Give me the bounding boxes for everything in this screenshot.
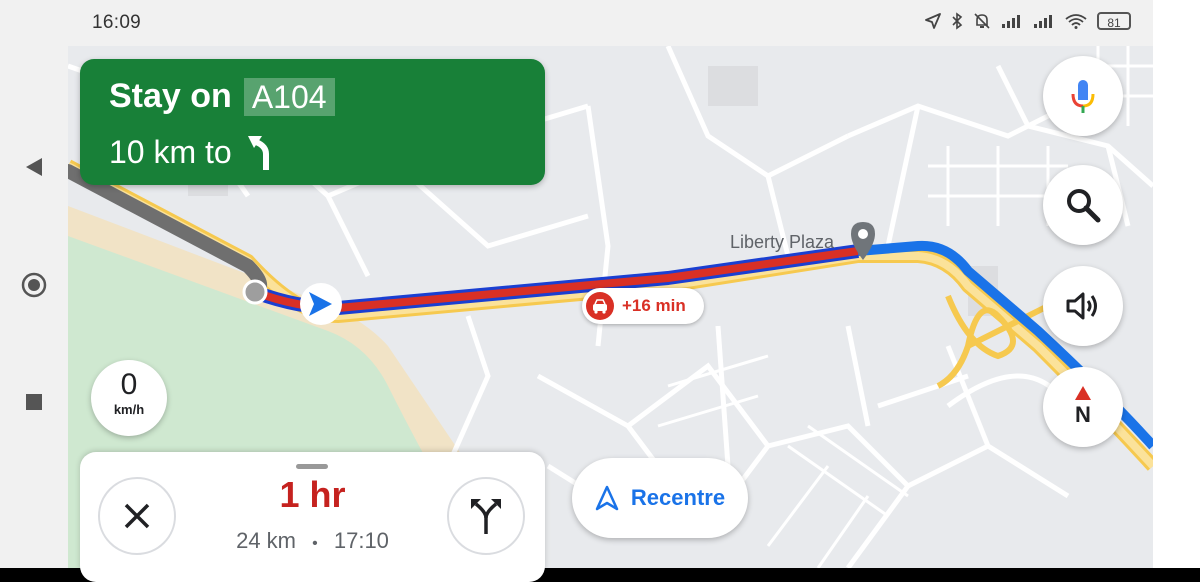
trip-separator: • (312, 535, 318, 552)
instruction-line1: Stay on A104 (109, 77, 335, 116)
recentre-button[interactable]: Recentre (572, 458, 748, 538)
place-label[interactable]: Liberty Plaza (730, 232, 834, 253)
signal-icon (1034, 15, 1052, 28)
trip-distance: 24 km (236, 528, 296, 553)
status-icons: 81 (925, 12, 1131, 30)
status-bar: 16:09 81 (68, 0, 1153, 46)
location-arrow-icon (925, 13, 941, 29)
route-start-marker (242, 279, 268, 305)
bluetooth-icon (952, 12, 963, 30)
back-button[interactable] (14, 147, 54, 187)
place-pin-icon[interactable] (848, 220, 878, 262)
traffic-car-icon (586, 292, 614, 320)
trip-arrival-time: 17:10 (333, 528, 389, 553)
recentre-arrow-icon (595, 485, 619, 511)
trip-panel[interactable]: 1 hr 24 km • 17:10 (80, 452, 545, 582)
voice-search-button[interactable] (1043, 56, 1123, 136)
drag-handle[interactable] (296, 464, 328, 469)
compass-needle-icon (1075, 386, 1091, 400)
compass-button[interactable]: N (1043, 367, 1123, 447)
route-fork-icon (471, 499, 501, 534)
signal-icon (1002, 15, 1020, 28)
instruction-banner[interactable]: Stay on A104 10 km to (80, 59, 545, 185)
traffic-delay-text: +16 min (622, 296, 686, 315)
alternate-routes-button[interactable] (447, 477, 525, 555)
speedometer: 0 km/h (91, 360, 167, 436)
road-name: A104 (243, 77, 335, 116)
mute-icon (974, 13, 990, 29)
recents-button[interactable] (14, 382, 54, 422)
traffic-delay-badge[interactable]: +16 min (582, 288, 704, 324)
recents-square-icon (26, 394, 42, 410)
recentre-label: Recentre (630, 485, 726, 510)
battery-icon: 81 (1097, 12, 1131, 30)
microphone-icon (1071, 80, 1095, 113)
compass-letter: N (1075, 402, 1091, 427)
status-time: 16:09 (92, 12, 142, 33)
keep-left-arrow-icon (247, 136, 269, 170)
instruction-distance: 10 km to (109, 133, 232, 170)
screen-edge (1153, 0, 1200, 568)
back-triangle-icon (26, 158, 42, 176)
wifi-icon (1065, 14, 1087, 29)
search-icon (1067, 189, 1101, 223)
speed-value: 0 (120, 368, 138, 401)
home-circle-icon (21, 272, 47, 298)
instruction-line2: 10 km to (109, 132, 276, 172)
search-button[interactable] (1043, 165, 1123, 245)
instruction-prefix: Stay on (109, 77, 232, 115)
sound-button[interactable] (1043, 266, 1123, 346)
home-button[interactable] (14, 265, 54, 305)
speed-unit: km/h (113, 402, 145, 417)
system-navigation-bar (0, 0, 68, 568)
speaker-icon (1066, 292, 1097, 320)
